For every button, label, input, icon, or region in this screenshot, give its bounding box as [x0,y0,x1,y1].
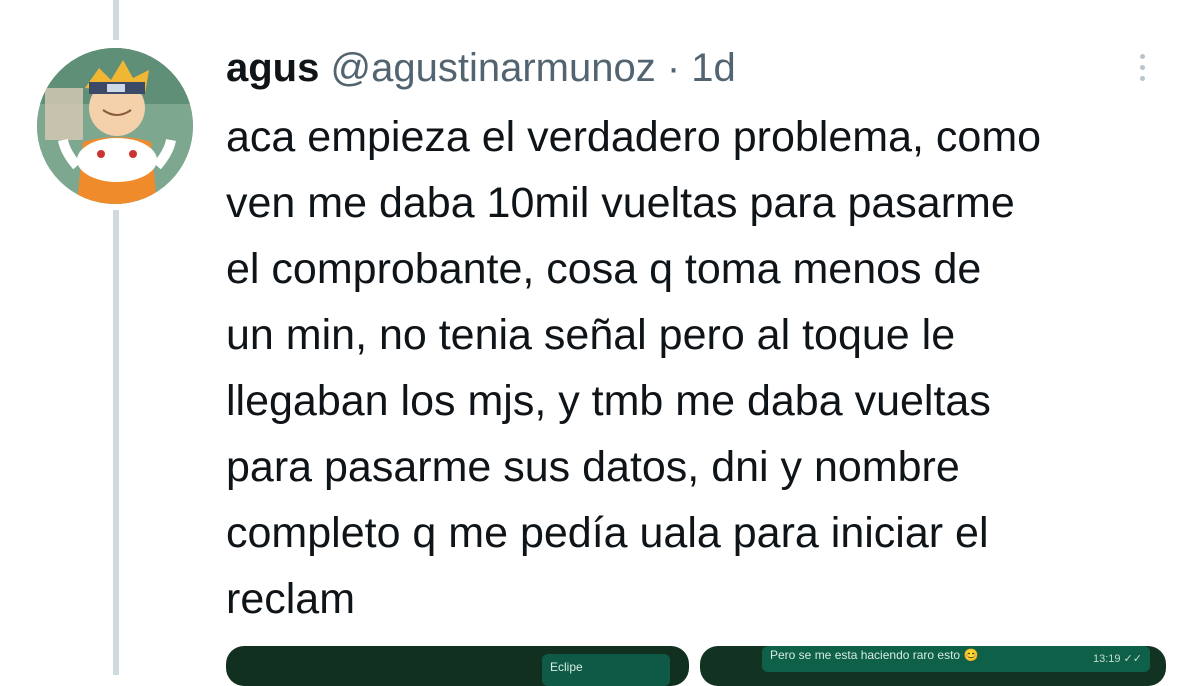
chat-bubble-right-text: Pero se me esta haciendo raro esto 😊 [770,648,979,662]
avatar-image [37,48,193,204]
tweet-header: agus @agustinarmunoz · 1d [226,44,736,92]
chat-bubble-right: Pero se me esta haciendo raro esto 😊 13:… [762,646,1150,672]
user-handle[interactable]: @agustinarmunoz [330,46,655,90]
tweet-timestamp[interactable]: 1d [691,46,736,90]
avatar[interactable] [37,48,193,204]
tweet-text: aca empieza el verdadero problema, como … [226,113,1042,623]
header-separator: · [666,46,681,90]
more-vertical-icon[interactable] [1132,50,1152,90]
media-image-left[interactable]: Eclipe [226,646,689,686]
thread-line-top [113,0,119,40]
display-name[interactable]: agus [226,46,319,90]
chat-bubble-left: Eclipe [542,654,670,686]
thread-line-bottom [113,210,119,675]
media-image-right[interactable]: Pero se me esta haciendo raro esto 😊 13:… [700,646,1166,686]
chat-bubble-right-time: 13:19 ✓✓ [1092,653,1142,665]
